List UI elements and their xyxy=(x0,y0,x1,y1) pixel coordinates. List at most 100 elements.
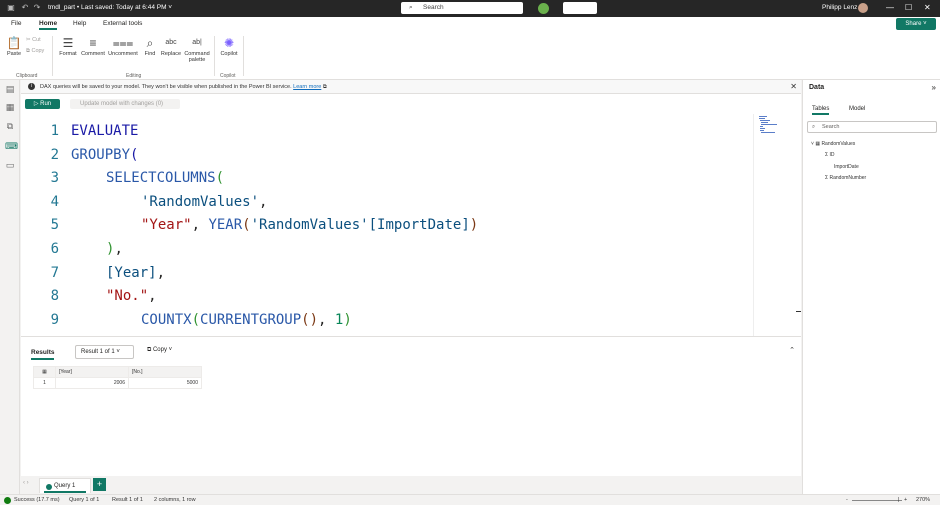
ribbon-separator xyxy=(52,36,53,76)
code-token: GROUPBY xyxy=(71,146,131,163)
maximize-icon[interactable]: ☐ xyxy=(905,3,912,13)
select-all-icon[interactable]: ▦ xyxy=(33,366,56,378)
replace-button[interactable]: abc Replace xyxy=(159,36,183,57)
zoom-out-icon[interactable]: - xyxy=(846,495,848,505)
copy-results-button[interactable]: ⧉ Copy ˅ xyxy=(147,347,172,354)
code-text: SELECTCOLUMNS( xyxy=(106,167,224,191)
minimap[interactable] xyxy=(753,114,783,336)
format-button[interactable]: ☰ Format xyxy=(58,36,78,57)
comment-button[interactable]: ≡ Comment xyxy=(80,36,106,57)
collapse-results-icon[interactable]: ⌃ xyxy=(789,346,795,354)
close-icon[interactable]: ✕ xyxy=(790,80,797,94)
replace-icon: abc xyxy=(165,39,177,46)
menu-help[interactable]: Help xyxy=(73,20,86,27)
code-text: 'RandomValues', xyxy=(141,191,267,215)
copilot-button[interactable]: ✺ Copilot xyxy=(219,36,239,57)
tab-query-1[interactable]: Query 1 xyxy=(39,478,91,493)
copy-results-label: Copy xyxy=(152,347,167,353)
field-item[interactable]: Σ ID xyxy=(825,152,834,158)
search-placeholder: Search xyxy=(423,4,444,11)
zoom-thumb-icon[interactable]: | xyxy=(898,495,899,505)
share-button[interactable]: Share ˅ xyxy=(896,18,936,30)
status-result: Result 1 of 1 xyxy=(112,497,143,503)
find-button[interactable]: ⌕ Find xyxy=(142,36,158,57)
results-header: Results Result 1 of 1 ˅ ⧉ Copy ˅ ⌃ xyxy=(21,336,801,366)
tmdl-view-icon[interactable]: ▭ xyxy=(5,160,15,170)
code-token: SELECTCOLUMNS xyxy=(106,170,216,187)
query-tab-bar: ‹ › Query 1 + xyxy=(21,476,801,493)
zoom-level[interactable]: 270% xyxy=(916,495,930,505)
update-model-button[interactable]: Update model with changes (0) xyxy=(70,99,180,109)
results-tab[interactable]: Results xyxy=(31,349,55,360)
copilot-label: Copilot xyxy=(220,51,238,57)
code-text: EVALUATE xyxy=(71,120,138,144)
avatar[interactable] xyxy=(858,3,868,13)
status-shape: 2 columns, 1 row xyxy=(154,497,196,503)
table-header-row: ▦ [Year] [No.] xyxy=(33,366,202,378)
field-item[interactable]: Σ RandomNumber xyxy=(825,175,866,181)
report-view-icon[interactable]: ▤ xyxy=(5,84,15,94)
copilot-status-icon[interactable] xyxy=(538,3,549,14)
result-selector[interactable]: Result 1 of 1 ˅ xyxy=(75,345,134,359)
file-title[interactable]: tmdl_part • Last saved: Today at 6:44 PM… xyxy=(48,4,172,11)
dax-query-view-icon[interactable]: ⌨ xyxy=(5,141,18,151)
title-bar: ▣ ↶ ↷ tmdl_part • Last saved: Today at 6… xyxy=(0,0,940,17)
table-view-icon[interactable]: ▦ xyxy=(5,102,15,112)
menu-file[interactable]: File xyxy=(11,20,21,27)
paste-button[interactable]: 📋 Paste xyxy=(4,36,24,57)
collapse-pane-icon[interactable]: » xyxy=(932,83,936,92)
tab-scroll-arrows[interactable]: ‹ › xyxy=(23,480,29,486)
share-label: Share ˅ xyxy=(905,21,927,27)
uncomment-button[interactable]: ⩶ Uncomment xyxy=(107,36,139,57)
code-token: ( xyxy=(242,217,251,234)
field-item[interactable]: ImportDate xyxy=(834,164,859,170)
search-box[interactable]: ⌕ Search xyxy=(401,2,523,14)
app-icon: ▣ xyxy=(7,3,15,12)
minimize-icon[interactable]: — xyxy=(886,3,894,13)
minimap-line xyxy=(760,126,763,127)
success-icon xyxy=(4,496,11,504)
zoom-slider[interactable] xyxy=(852,500,902,501)
minimap-line xyxy=(759,118,765,119)
minimap-line xyxy=(760,130,764,131)
copy-button[interactable]: ⧉ Copy xyxy=(26,48,44,55)
results-table: ▦ [Year] [No.] 1 2006 5000 xyxy=(33,366,202,389)
table-node[interactable]: ˅ ▦ RandomValues xyxy=(811,141,855,147)
redo-icon[interactable]: ↷ xyxy=(32,3,42,13)
code-token: CURRENTGROUP xyxy=(200,311,302,328)
command-palette-button[interactable]: ab| Command palette xyxy=(183,36,211,63)
editing-group-label: Editing xyxy=(126,73,142,79)
code-token: , xyxy=(156,264,166,281)
tab-tables[interactable]: Tables xyxy=(812,106,830,115)
run-button[interactable]: ▷ Run xyxy=(25,99,60,109)
line-number: 4 xyxy=(50,193,59,210)
code-text: GROUPBY( xyxy=(71,144,138,168)
menu-home[interactable]: Home xyxy=(39,20,58,30)
copilot-icon: ✺ xyxy=(223,36,235,50)
search-icon: ⌕ xyxy=(812,124,816,130)
add-query-button[interactable]: + xyxy=(93,478,106,491)
column-header[interactable]: [Year] xyxy=(55,366,129,378)
status-success: Success (17.7 ms) xyxy=(14,497,60,503)
data-pane: Data » Tables Model ⌕ Search ˅ ▦ RandomV… xyxy=(802,80,940,494)
query-tab-label: Query 1 xyxy=(54,483,76,489)
close-window-icon[interactable]: ✕ xyxy=(924,3,931,13)
menu-external-tools[interactable]: External tools xyxy=(103,20,142,27)
table-cell[interactable]: 2006 xyxy=(55,377,129,389)
data-search-input[interactable]: ⌕ Search xyxy=(807,121,937,133)
undo-icon[interactable]: ↶ xyxy=(20,3,30,13)
title-input[interactable] xyxy=(563,2,597,14)
minimap-line xyxy=(761,122,768,123)
code-token: "No." xyxy=(106,288,149,305)
tab-model[interactable]: Model xyxy=(849,106,865,112)
minimap-line xyxy=(761,132,775,133)
cut-button[interactable]: ✂ Cut xyxy=(26,37,41,43)
column-header[interactable]: [No.] xyxy=(128,366,202,378)
code-editor[interactable]: 1 EVALUATE 2 GROUPBY(3 SELECTCOLUMNS(4 'Rando… xyxy=(21,114,801,336)
learn-more-link[interactable]: Learn more xyxy=(293,84,321,90)
zoom-in-icon[interactable]: + xyxy=(904,495,907,505)
result-selector-label: Result 1 of 1 xyxy=(81,349,115,355)
uncomment-icon: ⩶ xyxy=(112,36,134,50)
model-view-icon[interactable]: ⧉ xyxy=(5,121,15,131)
table-cell[interactable]: 5000 xyxy=(128,377,202,389)
